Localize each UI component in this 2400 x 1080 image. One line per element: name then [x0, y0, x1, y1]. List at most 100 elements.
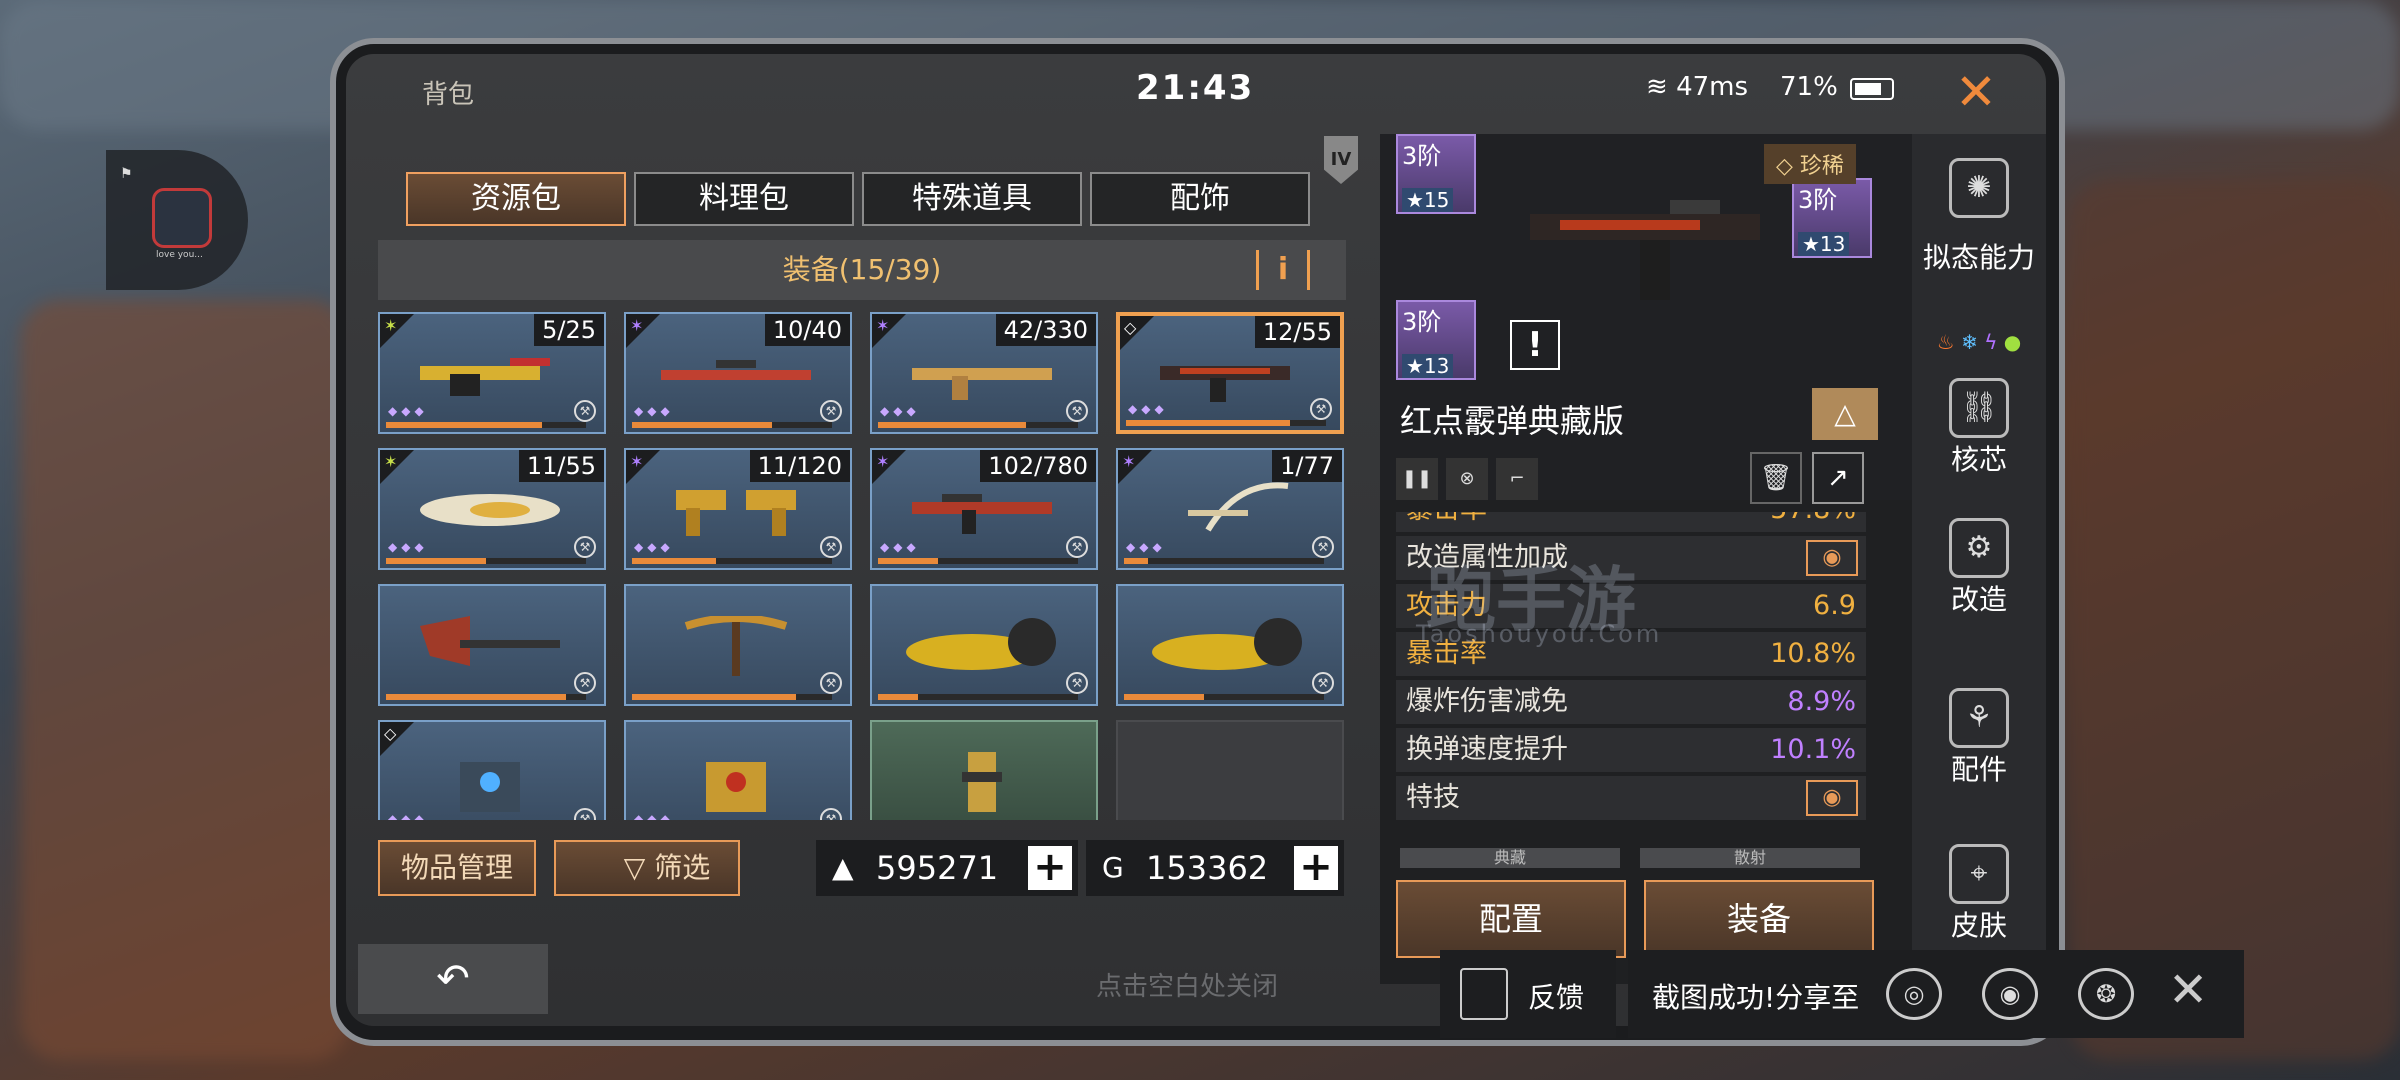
close-button[interactable]: ✕ — [1946, 62, 2006, 122]
tool-icon: ⚒ — [574, 536, 596, 558]
grid-item[interactable]: ◆◆◆ ⚒ — [624, 720, 852, 820]
grid-item[interactable]: ⚒ — [1116, 584, 1344, 706]
tab-accessories[interactable]: 配饰 — [1090, 172, 1310, 226]
grid-item[interactable]: ✶ 11/55 ◆◆◆ ⚒ — [378, 448, 606, 570]
grid-item[interactable]: ⚒ — [624, 584, 852, 706]
item-count: 42/330 — [995, 314, 1096, 346]
rank-badge: IV — [1324, 136, 1358, 184]
grid-item[interactable]: ✶ 5/25 ◆◆◆ ⚒ — [378, 312, 606, 434]
latency-value: 47ms — [1676, 72, 1749, 102]
equipment-header: 装备(15/39) — [378, 240, 1346, 300]
tier-slot[interactable]: 3阶 ★13 — [1396, 300, 1476, 380]
progress-bar — [386, 422, 586, 428]
app-caption: love you... — [156, 250, 203, 260]
grid-item[interactable]: ⚒ — [378, 584, 606, 706]
tool-icon: ⚒ — [574, 672, 596, 694]
tier-slot[interactable]: 3阶 ★13 — [1792, 178, 1872, 258]
nav-core[interactable]: ⛓ 核芯 — [1912, 364, 2046, 514]
wechat-icon[interactable]: ◉ — [1982, 968, 2038, 1020]
stat-row: 特技 ◉ — [1396, 776, 1866, 820]
item-count: 11/120 — [749, 450, 850, 482]
grid-item[interactable]: ✶ 102/780 ◆◆◆ ⚒ — [870, 448, 1098, 570]
game-screen: 背包 21:43 ≋ 47ms 71% ✕ 资源包 料理包 特殊道具 配饰 IV… — [346, 54, 2046, 1026]
progress-bar — [632, 558, 832, 564]
close-toast-icon[interactable]: ✕ — [2168, 962, 2208, 1018]
star-dots: ◆◆◆ — [634, 404, 674, 418]
diamond-icon: ◇ — [384, 724, 397, 743]
fire-icon: ♨ — [1936, 330, 1955, 354]
item-count: 11/55 — [518, 450, 604, 482]
nav-label: 核芯 — [1950, 443, 2007, 476]
battery-icon — [1850, 78, 1894, 100]
tab-food-pack[interactable]: 料理包 — [634, 172, 854, 226]
delete-button[interactable]: 🗑 — [1750, 452, 1802, 504]
stat-value: 10.8% — [1770, 638, 1856, 669]
warning-icon[interactable]: ! — [1510, 320, 1560, 370]
star-dots: ◆◆◆ — [634, 812, 674, 820]
attachments-icon: ⚘ — [1949, 688, 2009, 748]
tool-icon: ⚒ — [1066, 536, 1088, 558]
weibo-icon[interactable]: ◎ — [1886, 968, 1942, 1020]
tool-icon: ⚒ — [1066, 400, 1088, 422]
back-arrow-icon: ↶ — [436, 956, 470, 1002]
share-icon: ↗ — [1827, 463, 1849, 493]
clock: 21:43 — [1136, 68, 1255, 108]
configure-button[interactable]: 配置 — [1396, 880, 1626, 958]
star-dots: ◆◆◆ — [1126, 540, 1166, 554]
grid-item[interactable] — [870, 720, 1098, 820]
share-button[interactable]: ↗ — [1812, 452, 1864, 504]
tier-slot[interactable]: 3阶 ★15 — [1396, 134, 1476, 214]
stat-label: 爆炸伤害减免 — [1406, 686, 1568, 717]
tab-resource-pack[interactable]: 资源包 — [406, 172, 626, 226]
filter-label: 筛选 — [654, 851, 711, 884]
camera-share-icon[interactable]: ❂ — [2078, 968, 2134, 1020]
item-count: 10/40 — [764, 314, 850, 346]
floating-app-bubble[interactable]: ⚑ love you... — [106, 150, 248, 290]
back-button[interactable]: ↶ — [358, 944, 548, 1014]
add-coin-button[interactable]: + — [1294, 846, 1338, 890]
grid-item[interactable]: ✶ 42/330 ◆◆◆ ⚒ — [870, 312, 1098, 434]
page-title: 背包 — [422, 80, 475, 110]
eye-toggle-button[interactable]: ◉ — [1806, 780, 1858, 816]
feedback-button[interactable]: 反馈 — [1440, 950, 1616, 1038]
feedback-label: 反馈 — [1528, 981, 1585, 1014]
gold-ingot-icon: ▲ — [832, 851, 854, 884]
item-count: 1/77 — [1272, 450, 1342, 482]
tier-label: 3阶 — [1798, 186, 1838, 214]
grid-item[interactable]: ✶ 1/77 ◆◆◆ ⚒ — [1116, 448, 1344, 570]
star-dots: ◆◆◆ — [880, 404, 920, 418]
grid-item[interactable]: ◇ ◆◆◆ ⚒ — [378, 720, 606, 820]
latency: ≋ 47ms — [1646, 72, 1748, 102]
skill-tab[interactable]: 典藏 — [1400, 848, 1620, 868]
grid-item[interactable]: ⚒ — [870, 584, 1098, 706]
skill-tabs: 典藏 散射 — [1400, 848, 1870, 868]
core-icon: ⛓ — [1949, 378, 2009, 438]
stat-label: 暴击率 — [1406, 512, 1487, 532]
nav-label: 配件 — [1950, 753, 2007, 786]
add-gold-button[interactable]: + — [1028, 846, 1072, 890]
equip-button[interactable]: 装备 — [1644, 880, 1874, 958]
gold-amount: 595271 — [876, 849, 999, 887]
stat-value: 8.9% — [1787, 686, 1856, 717]
nav-attachments[interactable]: ⚘ 配件 — [1912, 674, 2046, 824]
progress-bar — [1124, 558, 1324, 564]
grid-item[interactable]: ✶ 10/40 ◆◆◆ ⚒ — [624, 312, 852, 434]
eye-toggle-button[interactable]: ◉ — [1806, 540, 1858, 576]
skill-tab[interactable]: 散射 — [1640, 848, 1860, 868]
grid-item-selected[interactable]: ◇ 12/55 ◆◆◆ ⚒ — [1116, 312, 1344, 434]
nav-modify[interactable]: ⚙ 改造 — [1912, 504, 2046, 654]
item-count: 5/25 — [534, 314, 604, 346]
dual-pistols-image — [676, 490, 796, 536]
tier-stars: ★15 — [1402, 188, 1454, 212]
close-hint: 点击空白处关闭 — [1096, 972, 1279, 1002]
filter-button[interactable]: ▽ 筛选 — [554, 840, 740, 896]
clipboard-icon — [1460, 968, 1508, 1020]
info-button[interactable]: i — [1256, 250, 1310, 290]
item-grid: ✶ 5/25 ◆◆◆ ⚒ ✶ 10/40 ◆◆◆ ⚒ ✶ 42/330 ◆◆◆ … — [378, 312, 1346, 820]
grid-item[interactable]: ✶ 11/120 ◆◆◆ ⚒ — [624, 448, 852, 570]
item-management-button[interactable]: 物品管理 — [378, 840, 536, 896]
nav-mimic-ability[interactable]: ✺ 拟态能力 — [1912, 144, 2046, 294]
filter-icon: ▽ — [623, 851, 655, 884]
tab-special-items[interactable]: 特殊道具 — [862, 172, 1082, 226]
upgrade-button[interactable]: △ — [1812, 388, 1878, 440]
